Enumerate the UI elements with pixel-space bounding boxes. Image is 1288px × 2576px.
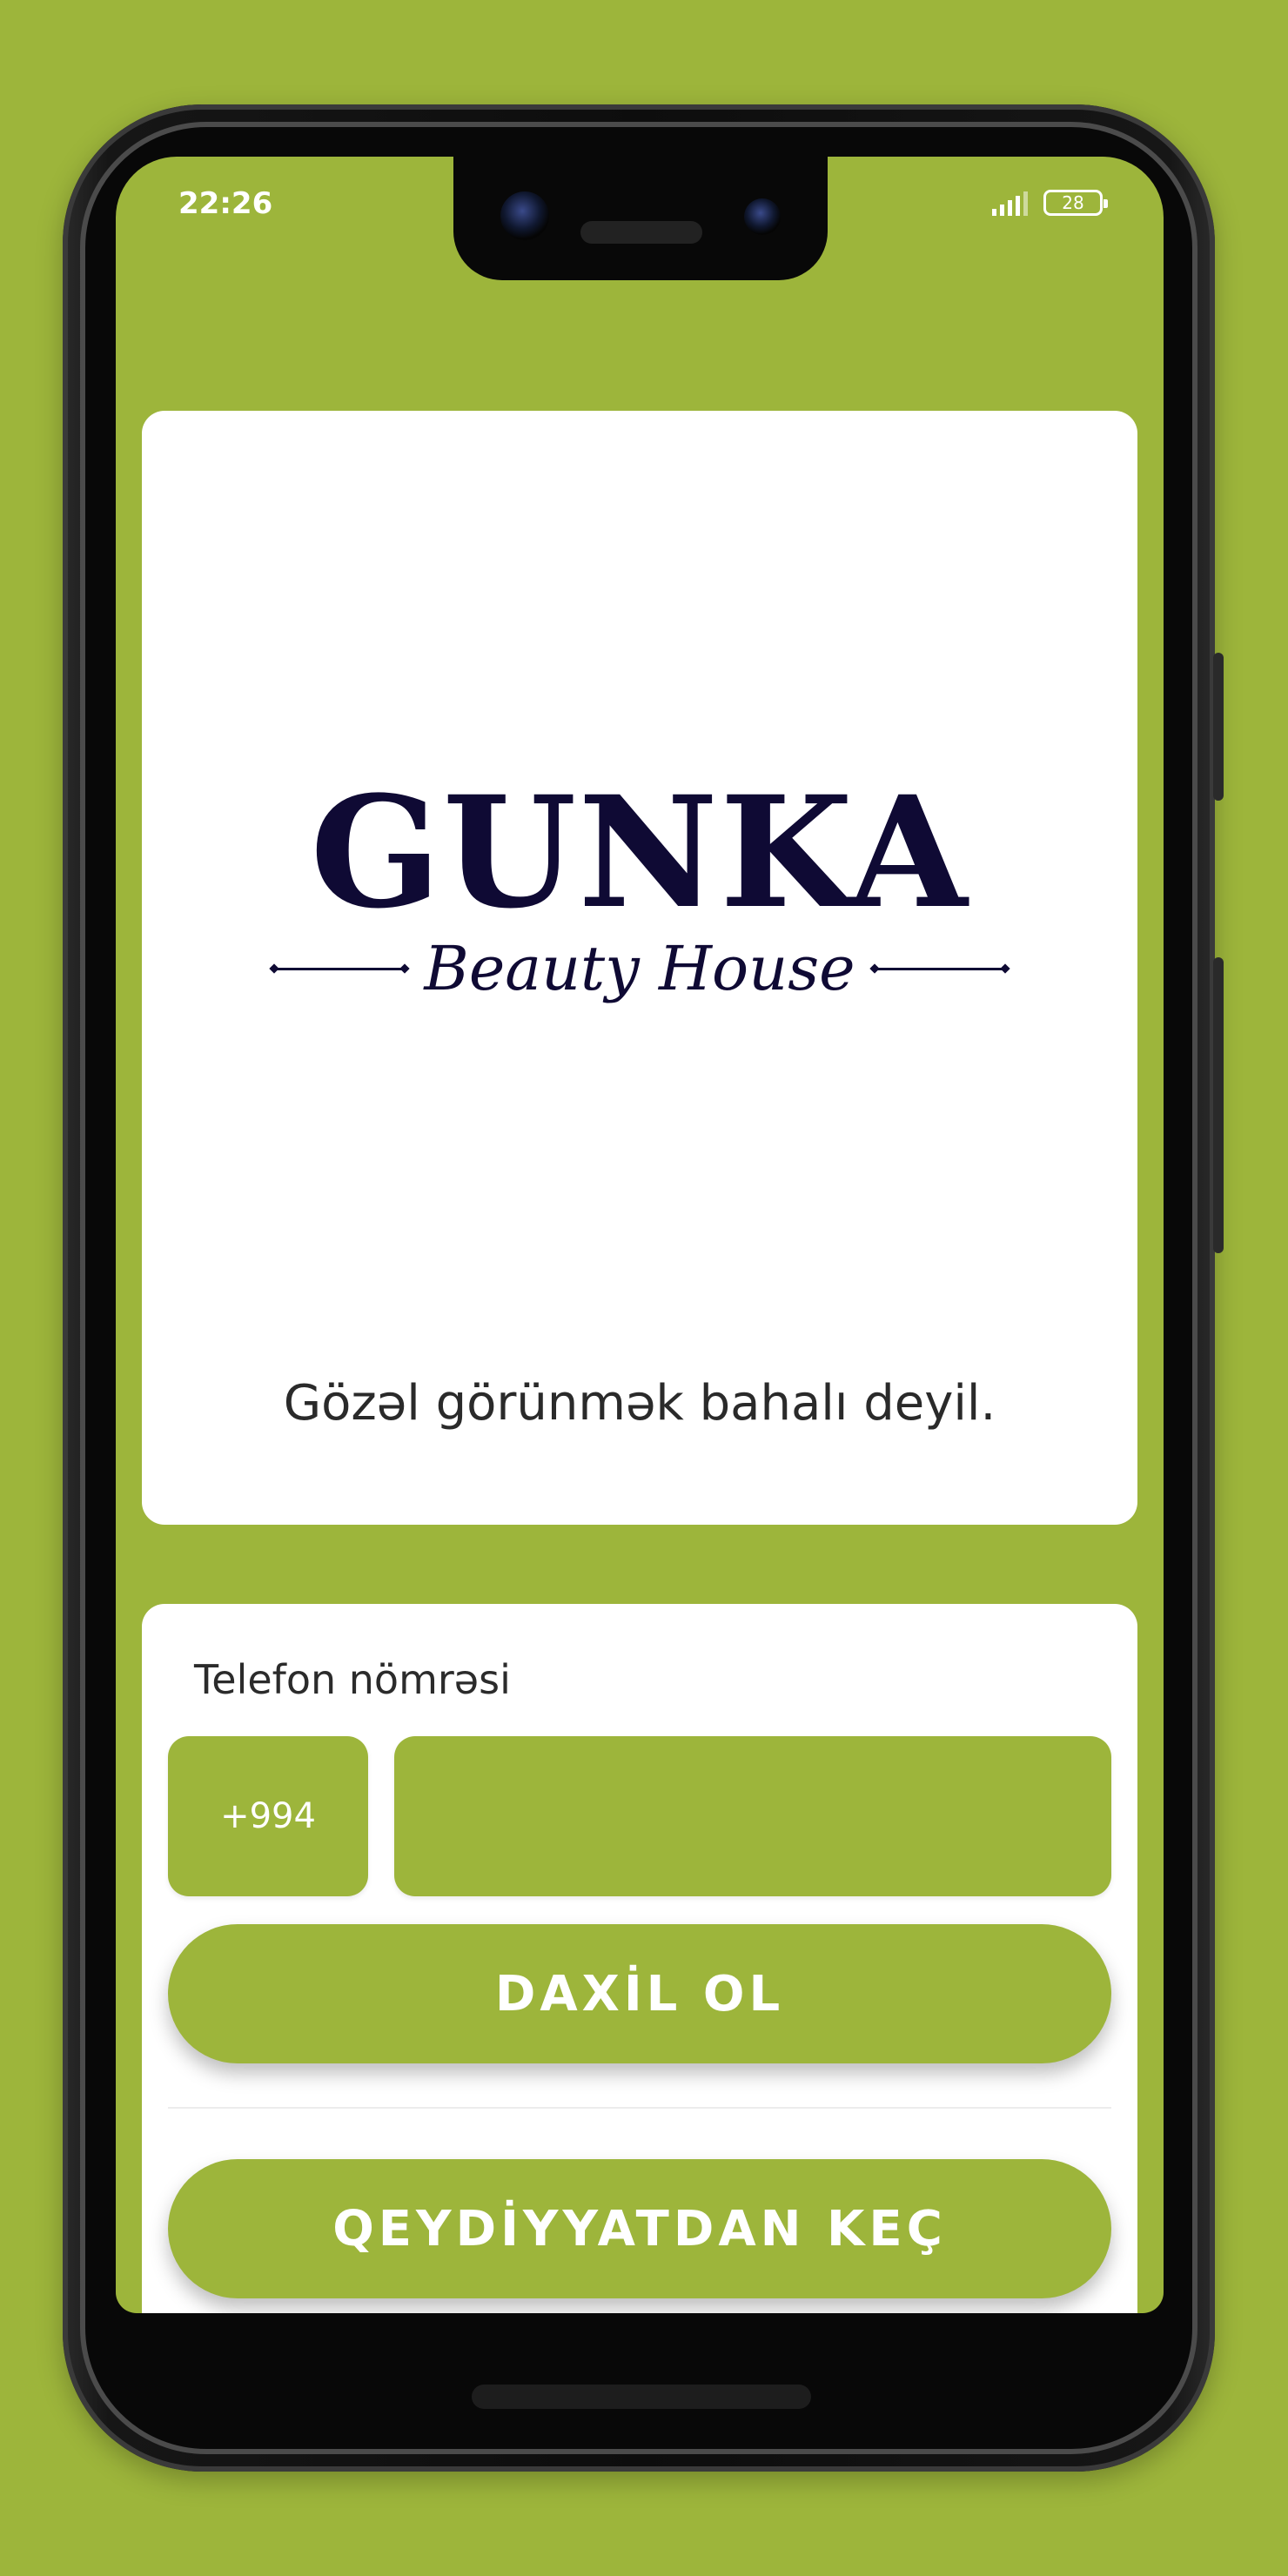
sensor-icon bbox=[744, 198, 781, 235]
phone-volume-button bbox=[1213, 653, 1224, 801]
phone-number-input[interactable] bbox=[394, 1736, 1111, 1896]
phone-power-button bbox=[1213, 957, 1224, 1253]
logo-ornament-left bbox=[274, 967, 406, 970]
phone-home-bar bbox=[472, 2385, 811, 2409]
logo-ornament-right bbox=[874, 967, 1005, 970]
country-code-selector[interactable]: +994 bbox=[168, 1736, 368, 1896]
battery-icon: 28 bbox=[1043, 190, 1108, 216]
brand-logo: GUNKA Beauty House bbox=[142, 776, 1137, 999]
brand-subtitle-row: Beauty House bbox=[142, 938, 1137, 999]
battery-level: 28 bbox=[1062, 192, 1084, 213]
notch bbox=[453, 157, 828, 280]
brand-subtitle: Beauty House bbox=[424, 933, 855, 1004]
register-button[interactable]: QEYDİYYATDAN KEÇ bbox=[168, 2159, 1111, 2298]
signal-bars-icon bbox=[992, 190, 1028, 216]
front-camera-icon bbox=[500, 191, 549, 240]
brand-name: GUNKA bbox=[310, 762, 969, 943]
status-icons: 28 bbox=[992, 190, 1108, 216]
login-button[interactable]: DAXİL OL bbox=[168, 1924, 1111, 2063]
phone-number-label: Telefon nömrəsi bbox=[194, 1656, 511, 1703]
login-card: Telefon nömrəsi +994 DAXİL OL QEYDİYYATD… bbox=[142, 1604, 1137, 2313]
app-screen: 22:26 28 GUNKA Beauty House Gözəl görünm… bbox=[116, 157, 1164, 2313]
status-time: 22:26 bbox=[178, 186, 273, 221]
brand-tagline: Gözəl görünmək bahalı deyil. bbox=[283, 1375, 996, 1432]
logo-card: GUNKA Beauty House Gözəl görünmək bahalı… bbox=[142, 411, 1137, 1525]
divider bbox=[168, 2107, 1111, 2109]
earpiece-speaker bbox=[580, 221, 702, 244]
